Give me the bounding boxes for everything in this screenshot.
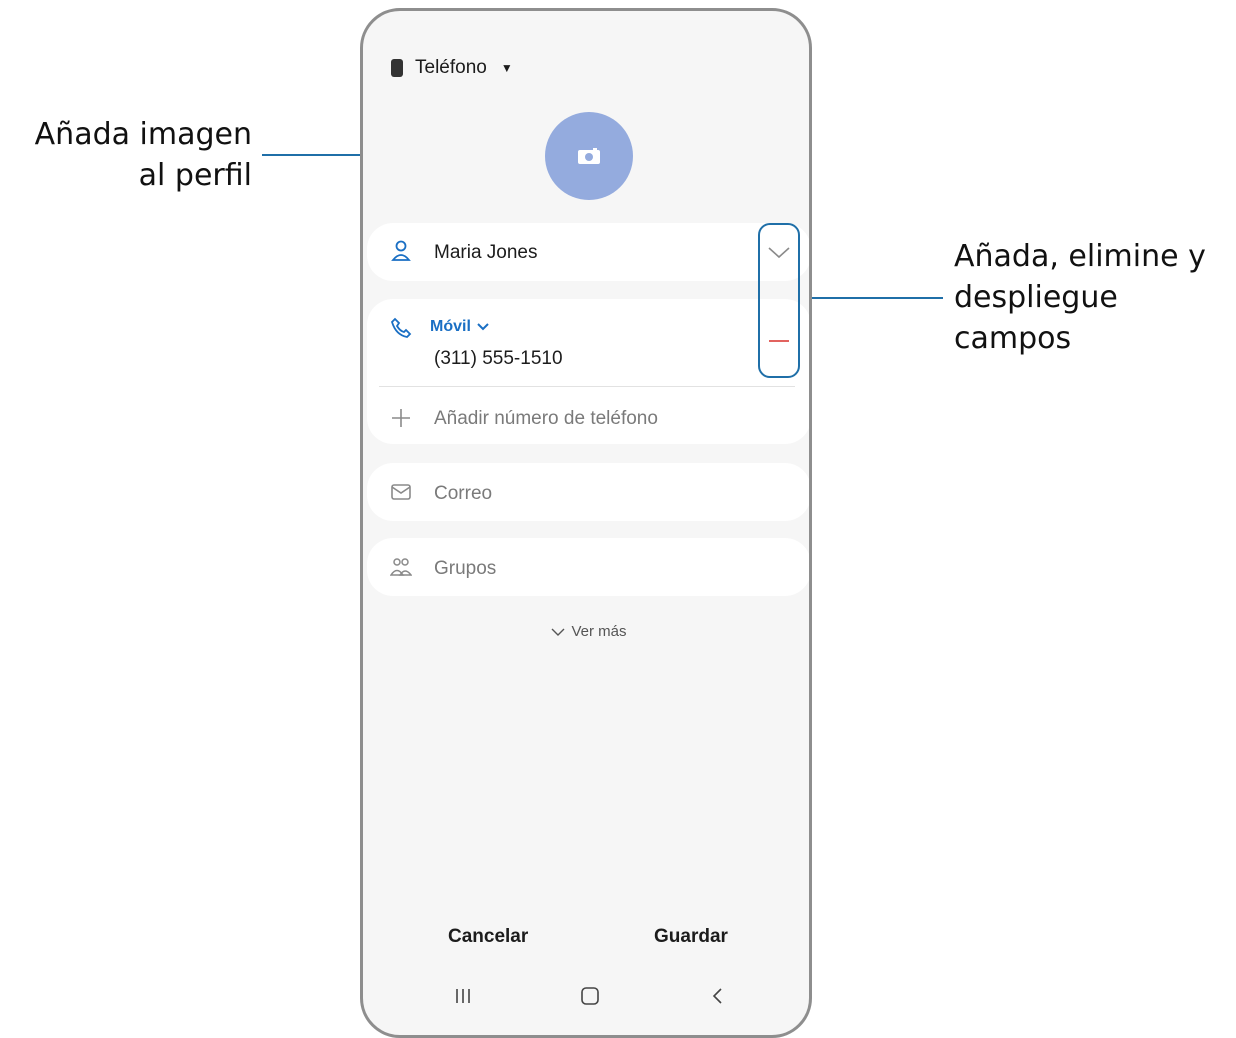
email-card: Correo	[367, 463, 809, 521]
plus-icon	[392, 409, 410, 427]
recents-icon[interactable]	[454, 986, 472, 1006]
home-icon[interactable]	[580, 986, 600, 1006]
chevron-down-icon	[477, 323, 489, 331]
person-icon	[391, 240, 411, 261]
account-label: Teléfono	[415, 57, 487, 78]
camera-icon	[578, 148, 600, 164]
callout-right-line2: despliegue	[954, 280, 1118, 315]
callout-add-profile-image: Añada imagen al perfil	[35, 114, 252, 196]
group-icon	[390, 558, 412, 576]
save-button[interactable]: Guardar	[654, 926, 728, 948]
groups-card: Grupos	[367, 538, 809, 596]
callout-right-connector	[800, 297, 943, 299]
divider	[379, 386, 795, 387]
see-more-label: Ver más	[571, 623, 627, 640]
expand-chevron-icon[interactable]	[766, 241, 792, 263]
phone-icon	[391, 59, 403, 77]
phone-screen: Teléfono ▼ Maria Jones Móvil (311) 555-1…	[360, 8, 812, 1038]
phone-call-icon	[390, 317, 412, 338]
cancel-button[interactable]: Cancelar	[448, 926, 528, 948]
email-field[interactable]: Correo	[434, 483, 492, 505]
account-selector[interactable]: Teléfono ▼	[391, 57, 513, 79]
back-icon[interactable]	[710, 986, 724, 1006]
envelope-icon	[391, 484, 411, 500]
callout-left-line2: al perfil	[138, 158, 252, 193]
callout-right-line1: Añada, elimine y	[954, 239, 1206, 274]
name-field[interactable]: Maria Jones	[434, 242, 538, 264]
remove-field-button[interactable]	[769, 340, 789, 342]
add-phone-number-button[interactable]: Añadir número de teléfono	[434, 408, 658, 430]
chevron-down-icon	[551, 628, 565, 636]
callout-left-line1: Añada imagen	[34, 117, 252, 152]
dropdown-caret-icon: ▼	[500, 61, 513, 75]
phone-type-label: Móvil	[430, 318, 471, 335]
see-more-button[interactable]: Ver más	[363, 623, 809, 640]
phone-number-field[interactable]: (311) 555-1510	[434, 348, 563, 370]
name-card: Maria Jones	[367, 223, 809, 281]
callout-fields: Añada, elimine y despliegue campos	[954, 236, 1206, 359]
callout-right-line3: campos	[954, 321, 1072, 356]
groups-field[interactable]: Grupos	[434, 558, 496, 580]
add-photo-button[interactable]	[545, 112, 633, 200]
phone-type-dropdown[interactable]: Móvil	[430, 318, 489, 336]
